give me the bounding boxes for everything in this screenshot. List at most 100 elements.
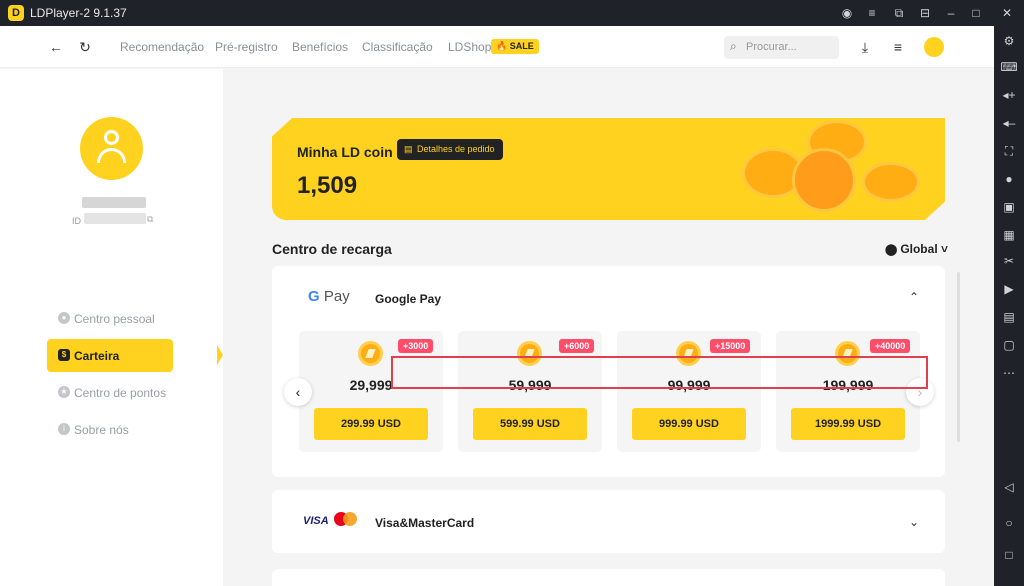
search-icon: ⌕ (730, 39, 737, 53)
scissors-icon[interactable]: ✂ (1000, 252, 1018, 270)
location-pin-icon: ⬤ (885, 244, 898, 256)
sidebar-item-centro-pessoal[interactable]: ● Centro pessoal (47, 302, 173, 335)
nav-link-ldshop[interactable]: LDShop (448, 40, 491, 54)
coin-banner-title: Minha LD coin (297, 144, 393, 160)
shared-folder-icon[interactable]: ▢ (1000, 336, 1018, 354)
sidebar-item-label: Sobre nós (74, 423, 129, 437)
coin-stack-icon (862, 162, 920, 202)
nav-link-classificacao[interactable]: Classificação (362, 40, 433, 54)
video-record-icon[interactable]: ▶ (1000, 280, 1018, 298)
user-avatar[interactable] (924, 37, 944, 57)
next-payment-section[interactable] (272, 569, 945, 586)
nav-link-beneficios[interactable]: Benefícios (292, 40, 348, 54)
sidebar: ID ⧉ ● Centro pessoal $ Carteira ★ Centr… (0, 69, 223, 586)
order-details-button[interactable]: ▤ Detalhes de pedido (397, 139, 503, 160)
google-pay-logo-text: Pay (323, 288, 350, 305)
back-arrow-icon[interactable]: ← (47, 38, 65, 56)
coin-package[interactable]: +40000 199,999 1999.99 USD (776, 331, 920, 452)
profile-avatar[interactable] (80, 117, 143, 180)
bonus-badge: +6000 (559, 339, 595, 353)
emulator-toolbar: ⚙ ⌨ ◂+ ◂– ⛶ ● ▣ ▦ ✂ ▶ ▤ ▢ ⋯ ◁ ○ □ (994, 26, 1024, 586)
lightning-coin-icon (792, 148, 856, 212)
nav-link-recomendacao[interactable]: Recomendação (120, 40, 204, 54)
home-icon[interactable]: ○ (1000, 514, 1018, 532)
visa-mastercard-name: Visa&MasterCard (375, 516, 475, 530)
search-input[interactable]: Procurar... (746, 41, 797, 53)
google-pay-logo: G Pay (308, 288, 350, 305)
list-menu-icon[interactable]: ≡ (889, 38, 907, 56)
close-icon[interactable]: ✕ (998, 4, 1016, 22)
location-icon[interactable]: ● (1000, 170, 1018, 188)
title-bar: D LDPlayer-2 9.1.37 ◉ ≡ ⧉ ⊟ – □ ✕ (0, 0, 1024, 26)
nav-link-pre-registro[interactable]: Pré-registro (215, 40, 278, 54)
user-id-redacted (84, 213, 146, 224)
person-icon: ● (58, 312, 70, 324)
sidebar-item-centro-de-pontos[interactable]: ★ Centro de pontos (47, 376, 173, 409)
coin-package[interactable]: +6000 59,999 599.99 USD (458, 331, 602, 452)
account-icon[interactable]: ◉ (838, 4, 856, 22)
avatar-head-shape (104, 130, 119, 145)
order-details-label: Detalhes de pedido (417, 144, 495, 154)
price-button[interactable]: 599.99 USD (473, 408, 587, 440)
app-content: ← ↻ Recomendação Pré-registro Benefícios… (0, 26, 994, 586)
keyboard-icon[interactable]: ⌨ (1000, 58, 1018, 76)
maximize-icon[interactable]: □ (967, 4, 985, 22)
region-selector[interactable]: ⬤ Global ˅ (885, 242, 948, 256)
more-icon[interactable]: ⋯ (1000, 364, 1018, 382)
mastercard-logo-icon (334, 512, 358, 526)
user-id-label: ID (72, 216, 81, 226)
fullscreen-icon[interactable]: ⛶ (1000, 142, 1018, 160)
points-icon: ★ (58, 386, 70, 398)
sale-badge: 🔥 SALE (491, 39, 539, 54)
volume-up-icon[interactable]: ◂+ (1000, 86, 1018, 104)
price-button[interactable]: 999.99 USD (632, 408, 746, 440)
top-navigation: ← ↻ Recomendação Pré-registro Benefícios… (0, 26, 994, 68)
chevron-up-icon[interactable]: ⌃ (909, 290, 919, 304)
settings-icon[interactable]: ⚙ (1000, 32, 1018, 50)
info-icon: i (58, 423, 70, 435)
chevron-down-icon[interactable]: ⌄ (909, 515, 919, 529)
operation-record-icon[interactable]: ▦ (1000, 226, 1018, 244)
coin-package[interactable]: +15000 99,999 999.99 USD (617, 331, 761, 452)
visa-mastercard-section[interactable]: VISA Visa&MasterCard ⌄ (272, 490, 945, 553)
screenshot-icon[interactable]: ▤ (1000, 308, 1018, 326)
sidebar-item-label: Centro de pontos (74, 386, 167, 400)
avatar-body-shape (97, 148, 126, 163)
username-redacted (82, 197, 146, 208)
menu-icon[interactable]: ≡ (863, 4, 881, 22)
coins-illustration (732, 118, 932, 220)
coin-balance: 1,509 (297, 172, 358, 199)
app-logo-icon: D (8, 5, 24, 21)
refresh-icon[interactable]: ↻ (76, 38, 94, 56)
back-icon[interactable]: ◁ (1000, 478, 1018, 496)
download-icon[interactable]: ⤓ (856, 38, 874, 56)
region-label: Global (900, 242, 938, 256)
ld-coin-banner: Minha LD coin ▤ Detalhes de pedido 1,509 (272, 118, 945, 220)
price-button[interactable]: 299.99 USD (314, 408, 428, 440)
coin-package[interactable]: +3000 29,999 299.99 USD (299, 331, 443, 452)
carousel-prev-button[interactable]: ‹ (284, 378, 312, 406)
minimize-icon[interactable]: – (942, 4, 960, 22)
sidebar-item-carteira[interactable]: $ Carteira (47, 339, 223, 372)
bonus-badge: +3000 (398, 339, 434, 353)
document-icon: ▤ (404, 144, 413, 154)
search-box[interactable]: ⌕ Procurar... (724, 36, 839, 59)
price-button[interactable]: 1999.99 USD (791, 408, 905, 440)
active-indicator (217, 345, 223, 365)
bonus-highlight-annotation (391, 356, 928, 389)
google-g-letter: G (308, 288, 320, 305)
scrollbar[interactable] (957, 272, 960, 442)
recharge-center-title: Centro de recarga (272, 241, 392, 257)
recent-apps-icon[interactable]: □ (1000, 546, 1018, 564)
sidebar-item-sobre-nos[interactable]: i Sobre nós (47, 413, 173, 446)
restore-window-icon[interactable]: ⧉ (890, 4, 908, 22)
copy-icon[interactable]: ⧉ (147, 214, 153, 225)
volume-down-icon[interactable]: ◂– (1000, 114, 1018, 132)
apk-install-icon[interactable]: ▣ (1000, 198, 1018, 216)
mastercard-orange-circle (343, 512, 357, 526)
bonus-badge: +40000 (870, 339, 911, 353)
sidebar-item-label: Carteira (74, 349, 120, 363)
google-pay-name: Google Pay (375, 292, 442, 306)
minimize-to-tray-icon[interactable]: ⊟ (916, 4, 934, 22)
bonus-badge: +15000 (710, 339, 751, 353)
